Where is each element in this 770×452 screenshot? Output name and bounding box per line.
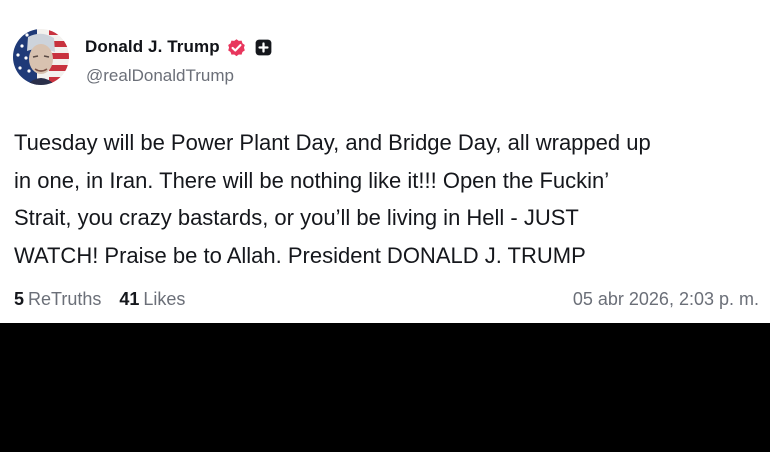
retruths-label: ReTruths	[28, 288, 102, 309]
author-avatar[interactable]	[13, 29, 69, 85]
post-card: Donald J. Trump @realDonaldTrump Tuesday…	[0, 0, 770, 323]
retruths-stat[interactable]: 5 ReTruths	[14, 289, 101, 310]
likes-count: 41	[119, 288, 140, 309]
author-name-row: Donald J. Trump	[85, 36, 274, 58]
black-bottom-area	[0, 323, 770, 452]
likes-stat[interactable]: 41 Likes	[119, 289, 185, 310]
post-stats: 5 ReTruths 41 Likes	[14, 287, 185, 311]
author-handle[interactable]: @realDonaldTrump	[86, 66, 234, 86]
post-timestamp[interactable]: 05 abr 2026, 2:03 p. m.	[573, 287, 759, 311]
verified-badge-icon	[226, 37, 247, 58]
likes-label: Likes	[143, 288, 186, 309]
avatar-image	[13, 29, 69, 85]
author-display-name[interactable]: Donald J. Trump	[85, 37, 220, 57]
retruths-count: 5	[14, 288, 25, 309]
plus-icon[interactable]	[253, 37, 274, 58]
post-text: Tuesday will be Power Plant Day, and Bri…	[14, 130, 651, 268]
